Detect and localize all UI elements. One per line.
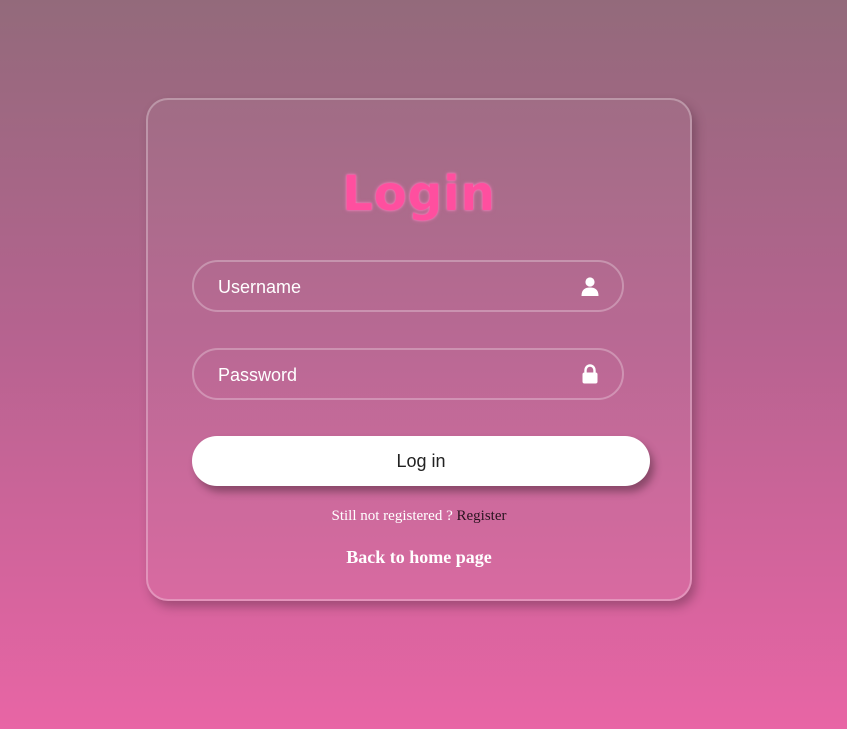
password-input[interactable] <box>216 350 580 400</box>
login-title: Login <box>342 166 496 222</box>
password-field[interactable] <box>192 348 624 400</box>
register-link[interactable]: Register <box>456 508 506 524</box>
login-card: Login Log in Still not registered ? Regi… <box>146 98 692 601</box>
login-button[interactable]: Log in <box>192 436 650 486</box>
lock-icon <box>580 364 600 384</box>
username-input[interactable] <box>216 262 580 312</box>
user-icon <box>580 276 600 296</box>
register-line: Still not registered ? Register <box>148 508 690 525</box>
register-prompt: Still not registered ? <box>331 508 453 524</box>
back-to-home-link[interactable]: Back to home page <box>148 547 690 568</box>
username-field[interactable] <box>192 260 624 312</box>
